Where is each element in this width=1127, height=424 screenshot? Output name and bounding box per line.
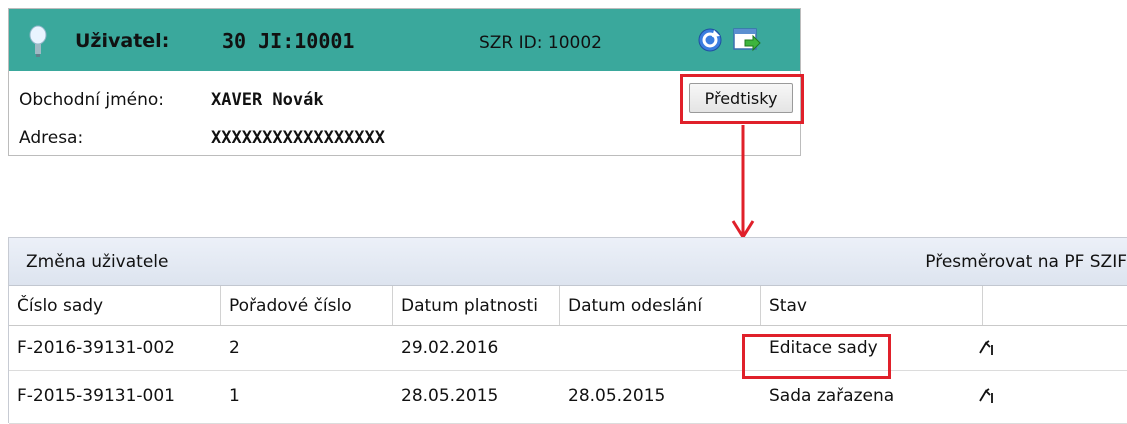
column-header-poradove-cislo[interactable]: Pořadové číslo [221,286,393,325]
grid-header: Číslo sady Pořadové číslo Datum platnost… [9,286,1127,326]
column-header-actions [983,286,1127,325]
redirect-window-icon[interactable] [733,27,761,53]
redirect-pf-szif-link[interactable]: Přesměrovat na PF SZIF [925,238,1127,286]
edit-icon[interactable] [978,339,1000,357]
grid-toolbar: Změna uživatele Přesměrovat na PF SZIF [9,238,1127,286]
business-name-label: Obchodní jméno: [19,90,165,110]
column-header-datum-odeslani[interactable]: Datum odeslání [560,286,761,325]
user-label: Uživatel: [75,30,170,52]
column-header-stav[interactable]: Stav [761,286,983,325]
cell-cislo-sady: F-2015-39131-001 [17,386,175,406]
refresh-icon[interactable] [697,27,723,53]
user-code: 30 JI:10001 [222,29,355,53]
column-header-cislo-sady[interactable]: Číslo sady [9,286,221,325]
cell-datum-platnosti: 28.05.2015 [401,386,499,406]
preprints-button[interactable]: Předtisky [689,83,793,113]
change-user-link[interactable]: Změna uživatele [26,238,168,286]
table-row[interactable]: F-2015-39131-001 1 28.05.2015 28.05.2015… [9,371,1127,424]
cell-datum-platnosti: 29.02.2016 [401,338,499,358]
user-header-bar: Uživatel: 30 JI:10001 SZR ID: 10002 [9,9,800,71]
address-value: XXXXXXXXXXXXXXXXX [211,128,385,148]
cell-poradove-cislo: 2 [229,338,240,358]
cell-datum-odeslani [560,326,568,370]
szr-id: SZR ID: 10002 [479,33,602,53]
form-sets-grid: Změna uživatele Přesměrovat na PF SZIF Č… [8,237,1127,424]
arrow-down-icon [731,125,755,240]
cell-poradove-cislo: 1 [229,386,240,406]
cell-datum-odeslani: 28.05.2015 [568,386,666,406]
column-header-datum-platnosti[interactable]: Datum platnosti [393,286,560,325]
lightbulb-icon [29,25,47,57]
cell-cislo-sady: F-2016-39131-002 [17,338,175,358]
business-name-value: XAVER Novák [211,90,324,110]
table-row[interactable]: F-2016-39131-002 2 29.02.2016 Editace sa… [9,326,1127,371]
stav-highlight-box [742,334,891,379]
edit-icon[interactable] [978,387,1000,405]
address-label: Adresa: [19,128,84,148]
